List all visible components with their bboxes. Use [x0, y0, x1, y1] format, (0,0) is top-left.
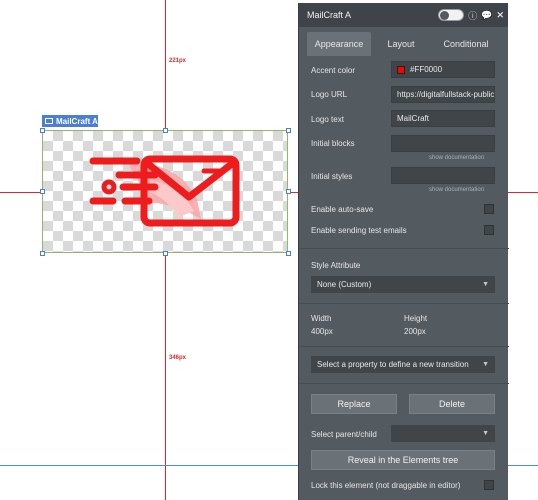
logo-text-field[interactable]: MailCraft [391, 110, 495, 127]
initial-blocks-label: Initial blocks [311, 139, 355, 148]
enable-test-emails-label: Enable sending test emails [311, 226, 407, 235]
style-attribute-value: None (Custom) [317, 280, 372, 289]
delete-button[interactable]: Delete [409, 394, 495, 414]
envelope-icon [45, 118, 53, 124]
resize-handle-top-right[interactable] [286, 128, 291, 133]
chevron-down-icon: ▼ [482, 430, 489, 437]
comment-icon[interactable]: 💬 [481, 10, 492, 21]
divider [299, 248, 509, 249]
transition-select[interactable]: Select a property to define a new transi… [311, 356, 495, 373]
color-swatch [397, 65, 405, 74]
resize-handle-top[interactable] [163, 128, 168, 133]
resize-handle-left[interactable] [40, 189, 45, 194]
initial-blocks-field[interactable] [391, 135, 495, 152]
element-name-label: MailCraft A [56, 116, 98, 126]
logo-text-label: Logo text [311, 115, 344, 124]
initial-blocks-doc-link[interactable]: show documentation [429, 155, 484, 161]
mailcraft-element[interactable] [42, 130, 288, 253]
enable-autosave-checkbox[interactable] [484, 204, 494, 214]
height-value[interactable]: 200px [404, 327, 426, 336]
logo-url-label: Logo URL [311, 90, 348, 99]
accent-color-label: Accent color [311, 66, 356, 75]
visibility-toggle[interactable] [438, 9, 465, 21]
accent-color-field[interactable]: #FF0000 [391, 61, 495, 78]
divider [299, 346, 509, 347]
bottom-distance-label: 346px [169, 355, 187, 361]
element-name-tag[interactable]: MailCraft A [42, 115, 98, 127]
select-parent-dropdown[interactable]: ▼ [391, 425, 495, 442]
info-icon[interactable]: ⓘ [468, 9, 477, 22]
resize-handle-top-left[interactable] [40, 128, 45, 133]
chevron-down-icon: ▼ [482, 361, 489, 368]
panel-title: MailCraft A [307, 10, 352, 20]
divider [299, 303, 509, 304]
width-value[interactable]: 400px [311, 327, 333, 336]
property-editor-panel: MailCraft A ⓘ 💬 ✕ Appearance Layout Cond… [298, 3, 509, 500]
transition-placeholder: Select a property to define a new transi… [317, 360, 469, 369]
close-icon[interactable]: ✕ [496, 10, 504, 21]
panel-tabs: Appearance Layout Conditional [299, 32, 508, 56]
top-distance-label: 221px [169, 58, 187, 64]
accent-color-value: #FF0000 [410, 65, 443, 74]
resize-handle-bottom-right[interactable] [286, 251, 291, 256]
tab-conditional[interactable]: Conditional [431, 32, 501, 56]
enable-test-emails-checkbox[interactable] [484, 225, 494, 235]
resize-handle-right[interactable] [286, 189, 291, 194]
initial-styles-doc-link[interactable]: show documentation [429, 187, 484, 193]
width-label: Width [311, 314, 332, 323]
chevron-down-icon: ▼ [482, 281, 489, 288]
style-attribute-label: Style Attribute [311, 261, 361, 270]
lock-element-label: Lock this element (not draggable in edit… [311, 481, 461, 490]
replace-button[interactable]: Replace [311, 394, 397, 414]
tab-appearance[interactable]: Appearance [307, 32, 371, 56]
lock-element-checkbox[interactable] [484, 480, 494, 490]
enable-autosave-label: Enable auto-save [311, 205, 374, 214]
resize-handle-bottom-left[interactable] [40, 251, 45, 256]
height-label: Height [404, 314, 428, 323]
resize-handle-bottom[interactable] [163, 251, 168, 256]
tab-layout[interactable]: Layout [371, 32, 431, 56]
initial-styles-label: Initial styles [311, 172, 353, 181]
select-parent-label: Select parent/child [311, 430, 377, 439]
mailcraft-logo-icon [89, 155, 240, 227]
divider [299, 383, 509, 384]
style-attribute-select[interactable]: None (Custom) ▼ [311, 276, 495, 293]
initial-styles-field[interactable] [391, 167, 495, 184]
reveal-in-elements-tree-button[interactable]: Reveal in the Elements tree [311, 450, 495, 470]
toggle-knob [440, 10, 450, 20]
logo-url-field[interactable]: https://digitalfullstack-public [391, 86, 495, 103]
panel-header: MailCraft A ⓘ 💬 ✕ [299, 3, 508, 27]
